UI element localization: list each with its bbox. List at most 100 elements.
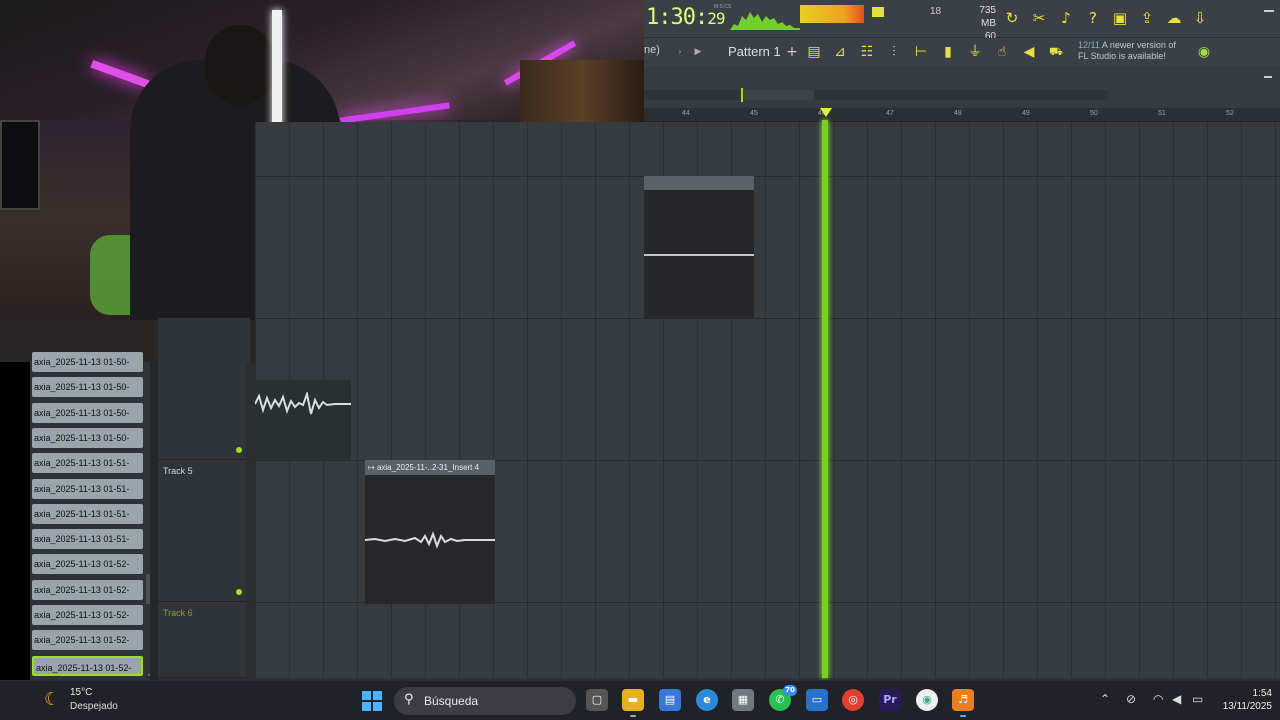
save-icon[interactable]: ▣ (1110, 8, 1130, 28)
clip-waveform (365, 531, 495, 549)
clip-header[interactable] (644, 176, 754, 190)
mic-icon[interactable]: ♪ (1056, 8, 1076, 28)
pattern-label: Pattern 1 (728, 44, 781, 59)
windows-start-icon[interactable] (362, 691, 382, 711)
speaker-icon[interactable]: ◀ (1019, 42, 1039, 62)
clock-date: 13/11/2025 (1222, 701, 1272, 712)
song-time-display[interactable]: 1:30:29 (646, 5, 726, 30)
whatsapp-icon[interactable]: ✆ 70 (769, 685, 797, 711)
weather-temp[interactable]: 15°C (70, 687, 92, 698)
maps-icon[interactable]: ◉ (916, 689, 938, 711)
ruler-bar-label: 44 (682, 110, 690, 117)
grid-line (1071, 122, 1072, 678)
browser-file-item[interactable]: axia_2025-11-13 01-50- (32, 402, 143, 423)
track-header-6[interactable]: Track 6 (158, 602, 250, 678)
browser-file-item[interactable]: axia_2025-11-13 01-52- (32, 655, 143, 676)
browser-file-item[interactable]: axia_2025-11-13 01-51- (32, 453, 143, 474)
add-pattern-icon[interactable]: + (782, 42, 802, 62)
news-line2: FL Studio is available! (1078, 51, 1166, 61)
grid-line (595, 122, 596, 678)
mixer-icon[interactable]: ⫶ (884, 42, 904, 62)
track-header-edge (246, 362, 255, 680)
clock-time: 1:54 (1252, 688, 1272, 699)
export-icon[interactable]: ⇪ (1137, 8, 1157, 28)
app-icon[interactable]: ▭ (806, 689, 828, 711)
pattern-selector[interactable]: Pattern 1 (706, 42, 792, 62)
cut-icon[interactable]: ✂ (1029, 8, 1049, 28)
touch-icon[interactable]: ☝ (992, 42, 1012, 62)
clip-waveform (644, 254, 754, 256)
cart-icon[interactable]: ⛟ (1046, 42, 1066, 62)
plug-icon[interactable]: ⏚ (965, 42, 985, 62)
track-header[interactable] (158, 318, 250, 460)
minimap-selection[interactable] (744, 90, 814, 100)
piano-roll-icon[interactable]: ⊿ (830, 42, 850, 62)
track-active-led[interactable] (236, 447, 242, 453)
task-view-icon[interactable]: ▢ (586, 689, 608, 711)
track-header-5[interactable]: Track 5 (158, 460, 250, 602)
volume-meter (800, 5, 864, 23)
battery-icon[interactable]: ▭ (1192, 692, 1203, 706)
edge-icon[interactable]: e (696, 689, 718, 711)
volume-icon[interactable]: ◀ (1172, 692, 1181, 706)
grid-line (867, 122, 868, 678)
download-icon[interactable]: ⇩ (1190, 8, 1210, 28)
file-explorer-icon[interactable]: ▬ (622, 689, 644, 717)
minimize-icon[interactable] (1264, 10, 1274, 12)
premiere-icon[interactable]: Pr (879, 689, 901, 711)
mode-label: ne) (644, 44, 660, 56)
chevron-right-icon[interactable]: › (670, 42, 690, 62)
audio-clip[interactable]: ↦ axia_2025-11-..2-31_Insert 4 (365, 460, 495, 604)
audio-clip[interactable] (255, 380, 351, 460)
undo-icon[interactable]: ↻ (1002, 8, 1022, 28)
track-name: Track 6 (163, 608, 193, 618)
globe-icon[interactable]: ◉ (1194, 42, 1214, 62)
browser-file-item[interactable]: axia_2025-11-13 01-50- (32, 352, 143, 372)
chevron-up-icon[interactable]: ⌃ (1100, 692, 1110, 706)
search-icon: ⚲ (404, 692, 414, 707)
audio-clip[interactable] (644, 176, 754, 318)
oscilloscope-display (730, 12, 800, 30)
browser-file-item[interactable]: axia_2025-11-13 01-50- (32, 377, 143, 398)
moon-icon[interactable]: ☾ (44, 689, 60, 710)
playhead-marker[interactable] (820, 108, 832, 117)
playlist-icon[interactable]: ▤ (804, 42, 824, 62)
ruler-bar-label: 49 (1022, 110, 1030, 117)
chat-icon[interactable]: ☁ (1164, 8, 1184, 28)
browser-file-item[interactable]: axia_2025-11-13 01-52- (32, 579, 143, 600)
plugin-icon[interactable]: ▮ (938, 42, 958, 62)
browser-file-item[interactable]: axia_2025-11-13 01-50- (32, 427, 143, 448)
track-active-led[interactable] (236, 589, 242, 595)
weather-desc[interactable]: Despejado (70, 701, 118, 712)
news-panel[interactable]: 12/11 A newer version of FL Studio is av… (1078, 40, 1176, 62)
wifi-icon[interactable]: ◠ (1153, 692, 1163, 706)
play-pattern-icon[interactable]: ▶ (688, 42, 708, 62)
playhead[interactable] (822, 120, 828, 678)
browser-file-item[interactable]: axia_2025-11-13 01-52- (32, 605, 143, 625)
file-browser: ⌄ axia_2025-11-13 01-50-axia_2025-11-13 … (30, 352, 155, 680)
person-head (205, 25, 275, 105)
browser-file-item[interactable]: axia_2025-11-13 01-52- (32, 554, 143, 575)
taskbar-search[interactable]: ⚲ Búsqueda (394, 687, 576, 715)
fl-studio-icon[interactable]: ♬ (952, 689, 974, 717)
minimize-icon[interactable] (1264, 76, 1272, 78)
browser-file-item[interactable]: axia_2025-11-13 01-52- (32, 630, 143, 651)
network-off-icon[interactable]: ⊘ (1126, 692, 1136, 706)
help-icon[interactable]: ? (1083, 8, 1103, 28)
app-icon[interactable]: ▦ (732, 689, 754, 711)
cpu-meter (872, 7, 884, 17)
chrome-icon[interactable]: ◎ (842, 689, 864, 711)
channel-rack-icon[interactable]: ☷ (857, 42, 877, 62)
store-icon[interactable]: ▤ (659, 689, 681, 711)
notification-badge: 70 (783, 685, 797, 696)
browser-file-item[interactable]: axia_2025-11-13 01-51- (32, 529, 143, 550)
browser-icon[interactable]: ⊢ (911, 42, 931, 62)
clip-title[interactable]: ↦ axia_2025-11-..2-31_Insert 4 (365, 460, 495, 475)
playlist-minimap[interactable] (644, 88, 1108, 102)
browser-file-item[interactable]: axia_2025-11-13 01-51- (32, 503, 143, 524)
taskbar-clock[interactable]: 1:54 13/11/2025 (1223, 687, 1272, 713)
browser-edge (150, 362, 158, 680)
browser-file-item[interactable]: axia_2025-11-13 01-51- (32, 478, 143, 499)
ruler-bar-label: 52 (1226, 110, 1234, 117)
timeline-ruler[interactable]: 44 45 46 47 48 49 50 51 52 (644, 108, 1280, 122)
